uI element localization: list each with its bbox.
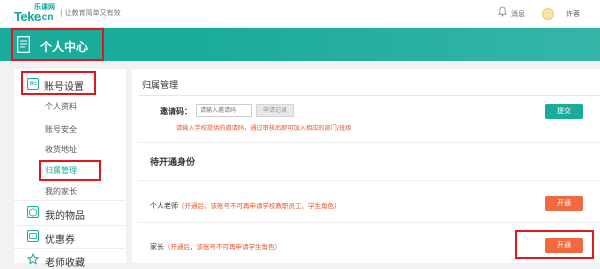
role-note: （开通后，该账号不可再申请学生角色） [164,243,281,251]
divider [138,95,600,96]
logo-domain: .cn [39,12,54,23]
divider [14,225,126,226]
sidebar-item-parents[interactable]: 我的家长 [45,186,77,197]
divider [138,180,600,181]
highlight-frame [515,230,594,259]
avatar[interactable] [542,8,554,20]
logo-mark: Teke [14,9,41,24]
banner-decoration [180,28,600,61]
apply-records-button[interactable]: 申请记录 [256,104,294,117]
bell-icon[interactable] [498,6,507,17]
highlight-frame [39,160,101,181]
highlight-frame [21,71,96,95]
sidebar-item-security[interactable]: 账号安全 [45,124,77,135]
divider [138,222,600,223]
site-logo[interactable]: 乐课网 Teke .cn [14,3,60,25]
role-row-personal-teacher: 个人老师（开通后，该账号不可再申请学校教职员工、学生角色） [150,200,341,211]
highlight-frame [11,28,104,61]
divider [14,248,126,249]
star-icon [27,253,39,265]
sidebar-item-coupons[interactable]: 优惠券 [45,231,75,246]
sidebar-item-address[interactable]: 收货地址 [45,144,77,155]
notifications-link[interactable]: 消息 [511,9,525,19]
sidebar-item-teacher-favorites[interactable]: 老师收藏 [45,254,85,269]
user-name[interactable]: 许蓉 [566,9,580,19]
invite-code-input[interactable] [196,104,252,117]
invite-code-label: 邀请码： [160,107,192,116]
role-name: 个人老师 [150,202,178,210]
role-note: （开通后，该账号不可再申请学校教职员工、学生角色） [178,202,341,210]
divider [138,142,600,143]
role-name: 家长 [150,243,164,251]
site-slogan: | 让教育简单又有效 [60,9,121,17]
submit-button[interactable]: 提交 [545,104,583,119]
section-title: 归属管理 [142,81,179,91]
box-icon [27,206,39,218]
pending-identities-title: 待开通身份 [150,158,196,168]
invite-hint: 请输入学校提供的邀请码，通过审核后即可加入相应的部门/班级 [176,125,352,132]
sidebar-item-my-items[interactable]: 我的物品 [45,207,85,222]
role-row-parent: 家长（开通后，该账号不可再申请学生角色） [150,241,281,252]
divider [14,200,126,201]
open-teacher-button[interactable]: 开通 [545,196,583,211]
sidebar-item-profile[interactable]: 个人资料 [45,101,77,112]
coupon-icon [27,230,39,242]
